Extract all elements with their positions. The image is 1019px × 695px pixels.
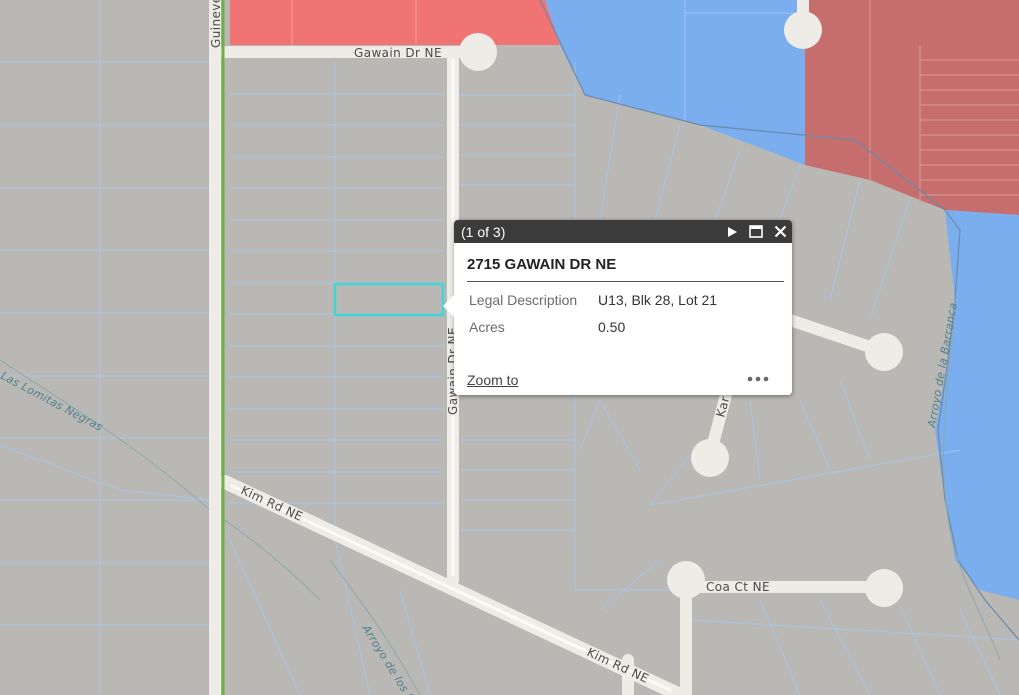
maximize-icon <box>749 225 763 238</box>
close-button[interactable] <box>768 220 792 243</box>
attribute-key: Legal Description <box>469 292 578 308</box>
attribute-row: Legal Description U13, Blk 28, Lot 21 <box>469 292 717 319</box>
feature-popup: (1 of 3) 2715 GAWAIN DR NE Legal Descrip… <box>443 220 792 395</box>
attribute-table: Legal Description U13, Blk 28, Lot 21 Ac… <box>469 292 717 346</box>
more-icon <box>747 376 769 382</box>
road-label-guinevere: Guineve <box>209 0 223 48</box>
next-feature-button[interactable] <box>720 220 744 243</box>
popup-title: 2715 GAWAIN DR NE <box>467 256 784 282</box>
close-icon <box>774 225 786 238</box>
popup-header: (1 of 3) <box>454 220 792 243</box>
attribute-row: Acres 0.50 <box>469 319 717 346</box>
play-icon <box>728 226 737 237</box>
more-actions-button[interactable] <box>744 371 772 387</box>
zoom-to-link[interactable]: Zoom to <box>467 372 518 388</box>
popup-feature-count: (1 of 3) <box>461 223 506 240</box>
attribute-key: Acres <box>469 319 505 335</box>
attribute-value: U13, Blk 28, Lot 21 <box>598 292 718 308</box>
popup-pointer <box>443 295 454 317</box>
road-label-coa-ct: Coa Ct NE <box>706 580 770 594</box>
road-label-gawain-top: Gawain Dr NE <box>354 46 442 60</box>
maximize-button[interactable] <box>744 220 768 243</box>
attribute-value: 0.50 <box>598 319 626 335</box>
